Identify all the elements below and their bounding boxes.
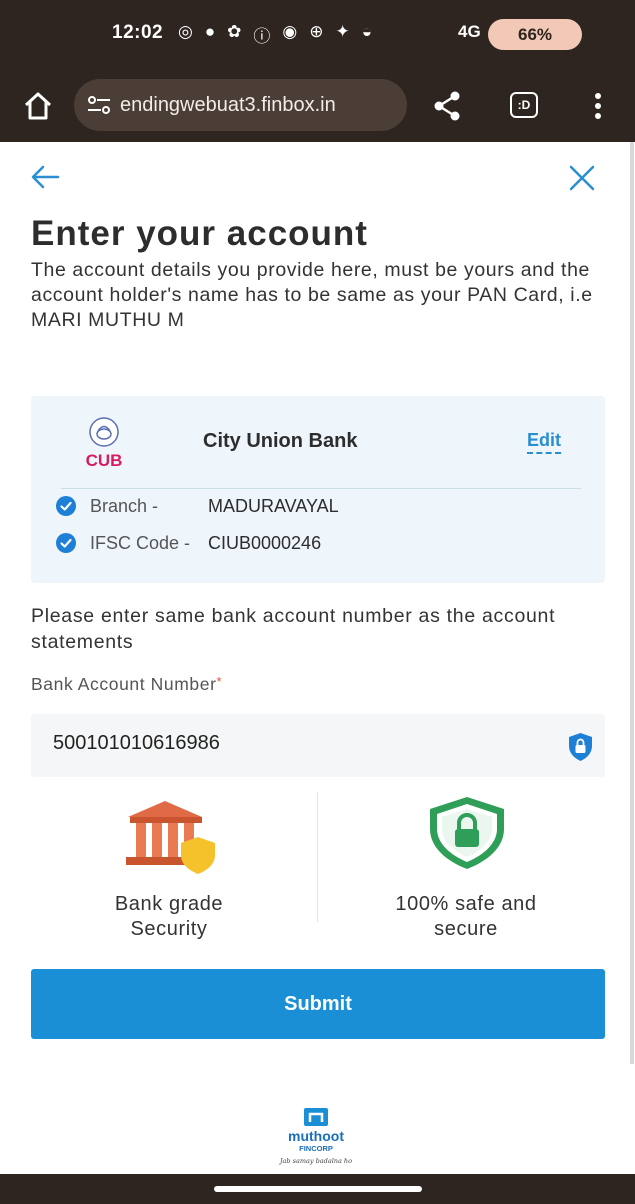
account-number-label-text: Bank Account Number [31, 674, 217, 694]
logo-sub-text: FINCORP [299, 1144, 333, 1153]
notification-icons: ◎ ● ✿ ⓘ ◉ ⊕ ✦ ◒ [178, 22, 372, 47]
ifsc-label: IFSC Code - [90, 532, 191, 553]
logo-brand-text: muthoot [288, 1128, 344, 1144]
site-settings-icon[interactable] [86, 94, 112, 116]
lock-shield-icon [569, 733, 592, 761]
account-instruction: Please enter same bank account number as… [31, 605, 556, 653]
card-divider [61, 488, 581, 489]
ifsc-row: IFSC Code - CIUB0000246 [56, 531, 321, 555]
chat-icon: ● [204, 22, 216, 41]
feature-divider [317, 792, 318, 922]
info-icon: ⓘ [253, 27, 271, 46]
status-time: 12:02 [112, 22, 164, 43]
url-text: endingwebuat3.finbox.in [120, 93, 336, 116]
feature-bank-line2: Security [130, 918, 208, 940]
secure-shield-icon [430, 797, 504, 869]
check-circle-icon [56, 496, 76, 516]
home-gesture-handle[interactable] [214, 1186, 422, 1192]
system-navigation-bar [0, 1174, 635, 1204]
globe-icon: ⊕ [309, 22, 324, 41]
account-number-input[interactable] [53, 732, 533, 755]
back-arrow-icon[interactable] [30, 164, 60, 190]
feature-safe-line2: secure [434, 918, 498, 940]
page-title: Enter your account [31, 214, 368, 253]
feature-safe-secure: 100% safe and secure [326, 892, 606, 942]
browser-toolbar: endingwebuat3.finbox.in :D [0, 70, 635, 142]
bird-icon: ✦ [335, 22, 350, 41]
logo-tagline-text: Jab samay badalna ho [278, 1157, 352, 1165]
muthoot-fincorp-logo: muthoot FINCORP Jab samay badalna ho [278, 1108, 352, 1165]
required-mark: * [216, 674, 223, 689]
feature-safe-line1: 100% safe and [395, 893, 537, 915]
cub-bank-logo: CUB [86, 417, 123, 470]
bank-name: City Union Bank [203, 430, 358, 452]
branch-row: Branch - MADURAVAYAL [56, 494, 339, 518]
home-icon[interactable] [22, 90, 54, 122]
close-icon[interactable] [568, 164, 596, 192]
feature-bank-security: Bank grade Security [29, 892, 309, 942]
check-circle-icon [56, 533, 76, 553]
feature-bank-line1: Bank grade [114, 893, 224, 915]
more-menu-icon[interactable] [590, 92, 606, 120]
app-icon: ✿ [227, 22, 242, 41]
tabs-label: :D [517, 98, 531, 112]
edit-bank-link[interactable]: Edit [527, 430, 561, 454]
tabs-button[interactable]: :D [510, 92, 538, 118]
ifsc-value: CIUB0000246 [208, 532, 322, 553]
status-bar: 12:02 ◎ ● ✿ ⓘ ◉ ⊕ ✦ ◒ 4G 66% [0, 0, 635, 70]
branch-value: MADURAVAYAL [208, 495, 339, 516]
address-bar[interactable]: endingwebuat3.finbox.in [74, 79, 407, 131]
bank-details-card: CUB City Union Bank Edit Branch - MADURA… [31, 396, 605, 583]
scrollbar[interactable] [630, 142, 634, 1064]
weather-icon: ◒ [361, 22, 372, 41]
battery-indicator: 66% [488, 19, 582, 50]
network-indicator: 4G [458, 22, 481, 41]
message-icon: ◉ [282, 22, 298, 41]
share-icon[interactable] [432, 90, 462, 122]
whatsapp-icon: ◎ [178, 22, 193, 41]
page-description: The account details you provide here, mu… [31, 259, 593, 331]
bank-building-icon [126, 801, 215, 874]
account-number-label: Bank Account Number* [31, 674, 222, 695]
page-content: Enter your account The account details y… [0, 142, 635, 1174]
branch-label: Branch - [90, 495, 159, 516]
cub-logo-text: CUB [86, 451, 123, 470]
battery-level: 66% [517, 24, 553, 44]
submit-button[interactable]: Submit [31, 969, 605, 1039]
account-number-field[interactable] [31, 714, 605, 777]
